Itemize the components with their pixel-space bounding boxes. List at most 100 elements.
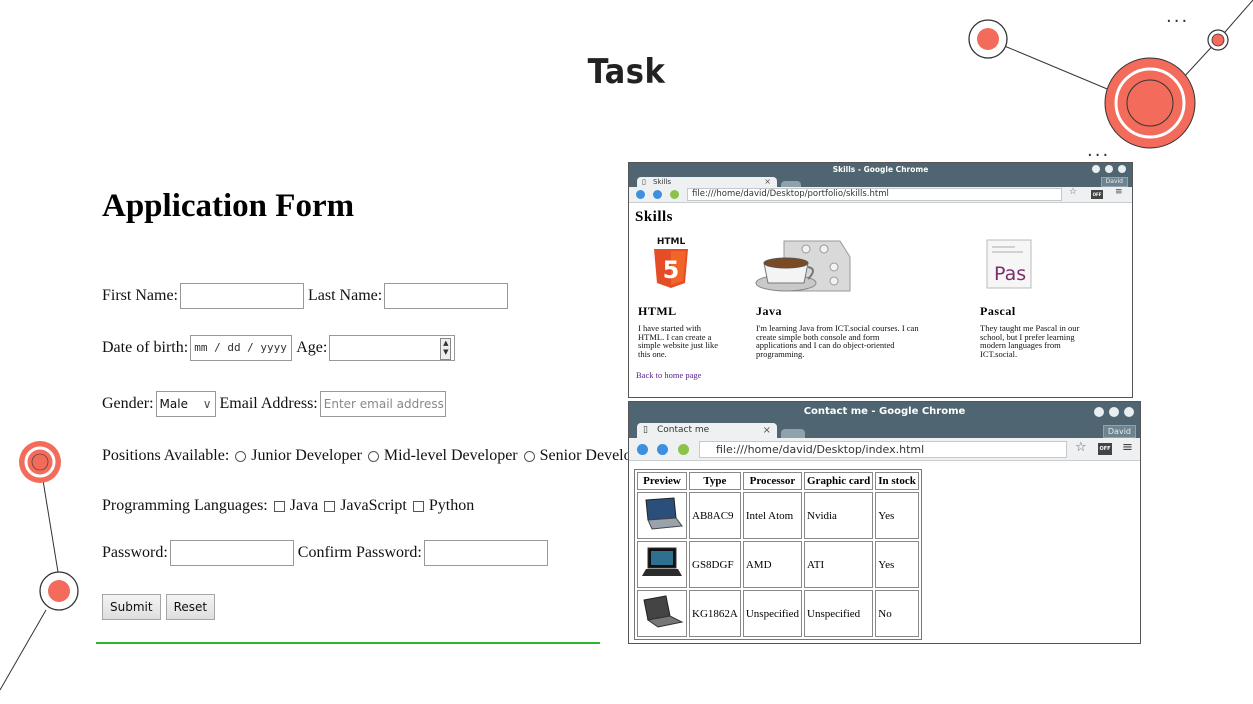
table-cell: ATI (804, 541, 874, 588)
tab-contact[interactable]: ▯ Contact me × (637, 423, 777, 438)
gender-select[interactable]: Male ∨ (155, 391, 216, 417)
dob-input[interactable]: mm / dd / yyyy (190, 335, 293, 361)
confirm-password-label: Confirm Password: (297, 544, 422, 561)
skill-name: Pascal (980, 304, 1016, 318)
tab-skills[interactable]: ▯ Skills × (637, 177, 777, 187)
positions-row: Positions Available: Junior Developer Mi… (102, 447, 652, 465)
laptop-thumbnail (645, 497, 683, 530)
skills-heading: Skills (635, 209, 674, 225)
bookmark-star-icon[interactable]: ☆ (1069, 187, 1077, 197)
table-cell: GS8DGF (689, 541, 741, 588)
table-cell: Unspecified (742, 590, 802, 637)
circle-node-top-right (1207, 29, 1229, 51)
table-cell: AB8AC9 (689, 492, 741, 539)
tab-close-icon[interactable]: × (763, 423, 771, 438)
table-cell: Yes (875, 541, 919, 588)
table-cell: AMD (742, 541, 802, 588)
tab-label: Contact me (657, 425, 710, 435)
column-header: Preview (637, 472, 687, 490)
more-dots-icon: ... (1166, 6, 1190, 27)
first-name-input[interactable] (180, 283, 304, 309)
maximize-icon[interactable] (1109, 407, 1119, 417)
maximize-icon[interactable] (1105, 165, 1113, 173)
tab-close-icon[interactable]: × (764, 177, 771, 187)
spinner-icon[interactable]: ▲ ▼ (440, 338, 452, 360)
window-title: Contact me - Google Chrome (803, 406, 966, 417)
table-cell: Yes (875, 492, 919, 539)
language-option-label: Java (289, 497, 319, 514)
table-cell: Unspecified (804, 590, 874, 637)
chevron-down-icon: ∨ (202, 397, 212, 411)
close-icon[interactable] (1118, 165, 1126, 173)
slide-title: Task (587, 52, 666, 92)
position-option-label: Junior Developer (251, 447, 362, 464)
table-row: GS8DGF AMD ATI Yes (637, 541, 919, 588)
tab-strip: ▯ Contact me × David (629, 422, 1140, 438)
url-field[interactable]: file:///home/david/Desktop/portfolio/ski… (687, 188, 1062, 201)
laptop-thumbnail (642, 547, 682, 576)
close-icon[interactable] (1124, 407, 1134, 417)
table-row: KG1862A Unspecified Unspecified No (637, 590, 919, 637)
radio-junior[interactable] (235, 450, 247, 462)
table-cell: Nvidia (804, 492, 874, 539)
languages-label: Programming Languages: (102, 497, 268, 514)
checkbox-java[interactable] (273, 500, 285, 512)
more-dots-icon: ... (1087, 140, 1111, 161)
extension-icon[interactable]: OFF (1098, 443, 1112, 455)
menu-icon[interactable]: ≡ (1115, 187, 1123, 197)
menu-icon[interactable]: ≡ (1122, 440, 1133, 455)
forward-icon[interactable] (657, 444, 668, 455)
reload-icon[interactable] (670, 190, 679, 199)
new-tab-button[interactable] (781, 429, 805, 438)
divider (96, 642, 600, 644)
page-icon: ▯ (643, 425, 648, 435)
back-icon[interactable] (637, 444, 648, 455)
minimize-icon[interactable] (1094, 407, 1104, 417)
submit-button[interactable]: Submit (102, 594, 161, 620)
reload-icon[interactable] (678, 444, 689, 455)
user-badge[interactable]: David (1100, 177, 1128, 187)
user-badge[interactable]: David (1102, 425, 1136, 438)
html5-logo: HTML 5 (654, 237, 688, 288)
checkbox-python[interactable] (412, 500, 424, 512)
forward-icon[interactable] (653, 190, 662, 199)
skills-browser-window: Skills - Google Chrome ▯ Skills × David … (628, 162, 1133, 398)
gender-selected-value: Male (159, 397, 188, 411)
circle-node-left-bottom (39, 571, 79, 611)
preview-cell (637, 492, 687, 539)
window-title: Skills - Google Chrome (832, 165, 929, 174)
position-option-label: Mid-level Developer (383, 447, 518, 464)
email-input[interactable]: Enter email address (319, 391, 446, 417)
contact-browser-window: Contact me - Google Chrome ▯ Contact me … (628, 401, 1141, 644)
gender-row: Gender: Male ∨ Email Address: Enter emai… (102, 391, 450, 417)
reset-button[interactable]: Reset (165, 594, 216, 620)
back-icon[interactable] (636, 190, 645, 199)
laptop-thumbnail (643, 595, 684, 628)
last-name-input[interactable] (384, 283, 509, 309)
application-form: Application Form First Name: Last Name: … (96, 180, 652, 645)
address-bar: file:///home/david/Desktop/index.html ☆ … (629, 438, 1140, 461)
dob-label: Date of birth: (102, 339, 189, 356)
age-input[interactable]: ▲ ▼ (329, 335, 456, 361)
radio-senior[interactable] (523, 450, 535, 462)
checkbox-javascript[interactable] (324, 500, 336, 512)
gender-label: Gender: (102, 395, 154, 412)
circle-node-left-top (19, 441, 61, 483)
last-name-label: Last Name: (308, 287, 383, 304)
confirm-password-input[interactable] (423, 540, 548, 566)
minimize-icon[interactable] (1092, 165, 1100, 173)
bookmark-star-icon[interactable]: ☆ (1075, 440, 1087, 455)
tab-strip: ▯ Skills × David (629, 176, 1132, 187)
first-name-label: First Name: (102, 287, 178, 304)
password-input[interactable] (169, 540, 294, 566)
pascal-icon: Pas (986, 239, 1032, 289)
extension-icon[interactable]: OFF (1091, 190, 1103, 199)
radio-mid[interactable] (367, 450, 379, 462)
password-label: Password: (102, 544, 168, 561)
skill-description: They taught me Pascal in our school, but… (980, 323, 1080, 359)
url-field[interactable]: file:///home/david/Desktop/index.html (699, 441, 1067, 458)
skill-description: I have started with HTML. I can create a… (638, 323, 719, 359)
back-to-home-link[interactable]: Back to home page (636, 370, 701, 380)
svg-text:5: 5 (663, 256, 680, 284)
table-header-row: Preview Type Processor Graphic card In s… (637, 472, 919, 490)
